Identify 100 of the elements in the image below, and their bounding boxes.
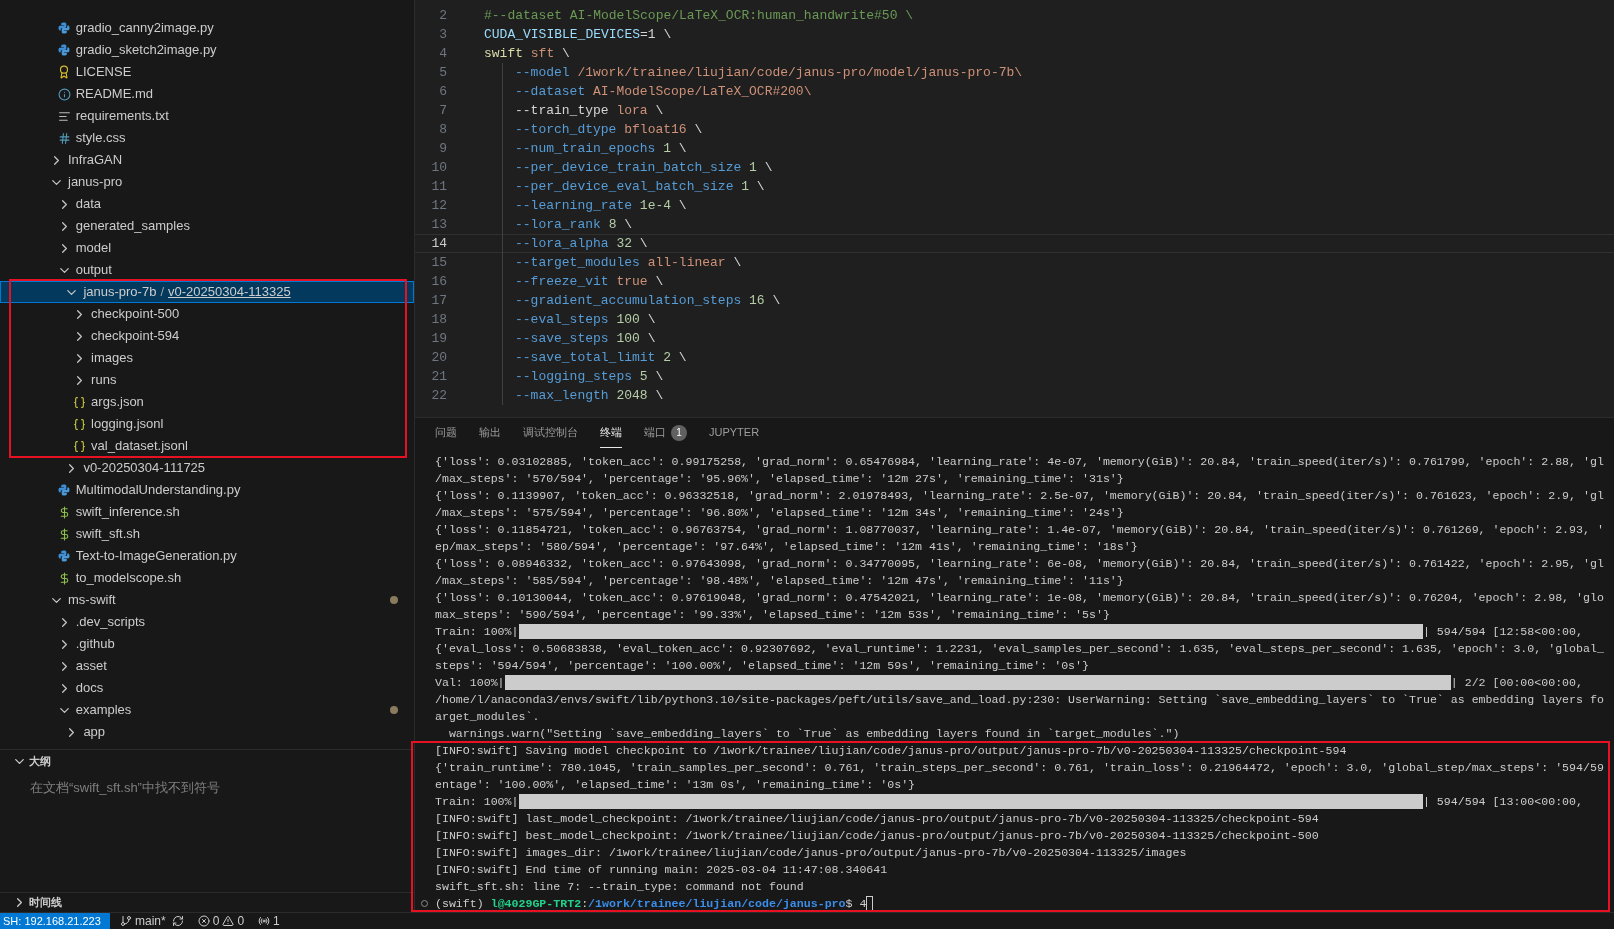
folder-row[interactable]: v0-20250304-111725 xyxy=(0,457,414,479)
line-number: 5 xyxy=(438,63,447,82)
error-count: 0 xyxy=(212,915,220,927)
file-name: MultimodalUnderstanding.py xyxy=(75,481,241,500)
folder-row[interactable]: .github xyxy=(0,633,414,655)
file-name: README.md xyxy=(75,85,153,104)
folder-name: docs xyxy=(75,679,104,698)
code-line: --model /1work/trainee/liujian/code/janus-pro/model/janus-pro-7b\ xyxy=(515,63,1023,82)
line-number: 21 xyxy=(430,367,447,386)
folder-name: images xyxy=(91,349,133,368)
panel-tab[interactable]: 终端 xyxy=(600,418,622,448)
folder-row[interactable]: runs xyxy=(0,369,414,391)
folder-row[interactable]: asset xyxy=(0,655,414,677)
terminal-line: /max_steps': '570/594', 'percentage': '95.96%', 'elapsed_time': '12m 27s', 'remaining_time': '31s'} xyxy=(435,471,1124,487)
sync-icon[interactable] xyxy=(171,915,184,927)
folder-row[interactable]: janus-pro-7b / v0-20250304-113325 xyxy=(0,281,414,303)
code-line: #--dataset AI-ModelScope/LaTeX_OCR:human_handwrite#50 \ xyxy=(484,6,914,25)
file-row[interactable]: args.json xyxy=(0,391,414,413)
folder-row[interactable]: output xyxy=(0,259,414,281)
folder-name: v0-20250304-113325 xyxy=(168,283,291,302)
terminal-line: [INFO:swift] best_model_checkpoint: /1work/trainee/liujian/code/janus-pro/output/janus-pro-7b/v0-20250304-113325/checkpoint-500 xyxy=(435,828,1319,844)
line-number: 6 xyxy=(438,82,447,101)
folder-row[interactable]: checkpoint-500 xyxy=(0,303,414,325)
prompt-env: (swift) xyxy=(435,895,484,912)
folder-row[interactable]: app xyxy=(0,721,414,743)
folder-row[interactable]: InfraGAN xyxy=(0,149,414,171)
file-row[interactable]: val_dataset.jsonl xyxy=(0,435,414,457)
prompt-user: l@4029GP-TRT2 xyxy=(490,895,582,912)
terminal-line: /max_steps': '575/594', 'percentage': '96.80%', 'elapsed_time': '12m 34s', 'remaining_time': '24s'} xyxy=(435,505,1124,521)
code-line: --freeze_vit true \ xyxy=(515,272,664,291)
folder-name: asset xyxy=(75,657,107,676)
file-row[interactable]: style.css xyxy=(0,127,414,149)
code-line: swift sft \ xyxy=(484,44,570,63)
problems-status[interactable]: 0 0 xyxy=(197,915,245,927)
panel-tab[interactable]: 调试控制台 xyxy=(523,418,578,448)
line-number: 4 xyxy=(438,44,447,63)
ports-status[interactable]: 1 xyxy=(258,915,280,927)
file-row[interactable]: MultimodalUnderstanding.py xyxy=(0,479,414,501)
line-number: 17 xyxy=(430,291,447,310)
terminal-line: steps': '594/594', 'percentage': '100.00%', 'elapsed_time': '12m 59s', 'remaining_time': '0s'} xyxy=(435,658,1089,674)
file-row[interactable]: README.md xyxy=(0,83,414,105)
remote-indicator[interactable]: SH: 192.168.21.223 xyxy=(0,913,110,929)
folder-row[interactable]: model xyxy=(0,237,414,259)
terminal-line: ep/max_steps': '580/594', 'percentage': '97.64%', 'elapsed_time': '12m 41s', 'remaining_time': '18s'} xyxy=(435,539,1138,555)
line-number: 13 xyxy=(430,215,447,234)
folder-row[interactable]: .dev_scripts xyxy=(0,611,414,633)
code-line: --lora_rank 8 \ xyxy=(515,215,633,234)
outline-header[interactable]: 大纲 xyxy=(0,750,414,772)
prompt-colon: : xyxy=(581,895,589,912)
terminal-line: warnings.warn("Setting `save_embedding_layers` to `True` as embedding layers found in `target_modules`.") xyxy=(447,726,1180,742)
file-row[interactable]: Text-to-ImageGeneration.py xyxy=(0,545,414,567)
terminal-line: /max_steps': '585/594', 'percentage': '98.48%', 'elapsed_time': '12m 47s', 'remaining_time': '11s'} xyxy=(435,573,1124,589)
line-number: 18 xyxy=(430,310,447,329)
folder-row[interactable]: examples xyxy=(0,699,414,721)
terminal-line: {'loss': 0.08946332, 'token_acc': 0.97643098, 'grad_norm': 0.34770095, 'learning_rate': 6e-08, 'memory(GiB)': 20.84, 'train_speed(iter/s)': 0.761422, 'epoch': 2.95, 'gl xyxy=(435,556,1604,572)
folder-row[interactable]: docs xyxy=(0,677,414,699)
count-badge: 1 xyxy=(671,424,687,441)
folder-row[interactable]: checkpoint-594 xyxy=(0,325,414,347)
code-line: --logging_steps 5 \ xyxy=(515,367,664,386)
file-name: val_dataset.jsonl xyxy=(91,437,188,456)
code-line: --target_modules all-linear \ xyxy=(515,253,742,272)
folder-name: model xyxy=(75,239,112,258)
panel-tab[interactable]: 问题 xyxy=(435,418,457,448)
file-row[interactable]: gradio_canny2image.py xyxy=(0,17,414,39)
file-name: style.css xyxy=(75,129,126,148)
folder-row[interactable]: ms-swift xyxy=(0,589,414,611)
python-icon xyxy=(58,22,71,34)
terminal-line: /home/l/anaconda3/envs/swift/lib/python3.10/site-packages/peft/utils/save_and_load.py:230: UserWarning: Setting `save_embedding_layers` to `True` as embedding layers fo xyxy=(435,692,1604,708)
file-row[interactable]: to_modelscope.sh xyxy=(0,567,414,589)
folder-row[interactable]: images xyxy=(0,347,414,369)
folder-name: examples xyxy=(75,701,132,720)
file-name: gradio_sketch2image.py xyxy=(75,41,217,60)
terminal-line: [INFO:swift] End time of running main: 2025-03-04 11:47:08.340641 xyxy=(435,862,888,878)
timeline-header[interactable]: 时间线 xyxy=(0,893,62,912)
branch-status[interactable]: main* xyxy=(120,915,166,927)
file-row[interactable]: requirements.txt xyxy=(0,105,414,127)
folder-row[interactable]: generated_samples xyxy=(0,215,414,237)
panel-tab[interactable]: 端口 1 xyxy=(644,418,687,448)
file-row[interactable]: LICENSE xyxy=(0,61,414,83)
terminal-line: {'loss': 0.1139907, 'token_acc': 0.96332518, 'grad_norm': 2.01978493, 'learning_rate': 2.5e-07, 'memory(GiB)': 20.84, 'train_speed(iter/s)': 0.761623, 'epoch': 2.9, 'gl xyxy=(435,488,1604,504)
terminal-line: {'eval_loss': 0.50683838, 'eval_token_acc': 0.92307692, 'eval_runtime': 1.2231, 'eval_samples_per_second': 1.635, 'eval_steps_per_second': 1.635, 'epoch': 3.0, 'global_ xyxy=(435,641,1604,657)
folder-row[interactable]: janus-pro xyxy=(0,171,414,193)
python-icon xyxy=(58,550,71,562)
file-row[interactable]: swift_sft.sh xyxy=(0,523,414,545)
folder-row[interactable]: data xyxy=(0,193,414,215)
file-name: logging.jsonl xyxy=(91,415,164,434)
folder-name: janus-pro-7b xyxy=(83,283,157,302)
terminal-line: arget_modules`. xyxy=(435,709,540,725)
file-row[interactable]: gradio_sketch2image.py xyxy=(0,39,414,61)
file-row[interactable]: swift_inference.sh xyxy=(0,501,414,523)
code-line: --save_steps 100 \ xyxy=(515,329,656,348)
python-icon xyxy=(58,484,71,496)
panel-tab[interactable]: JUPYTER xyxy=(709,418,760,448)
folder-name: app xyxy=(83,723,106,742)
file-row[interactable]: logging.jsonl xyxy=(0,413,414,435)
terminal-line: | 594/594 [13:00<00:00, xyxy=(1422,793,1583,810)
terminal-line: Val: 100%| xyxy=(435,674,505,691)
panel-tab[interactable]: 输出 xyxy=(479,418,501,448)
code-line: --torch_dtype bfloat16 \ xyxy=(515,120,703,139)
path-separator: / xyxy=(160,283,164,302)
